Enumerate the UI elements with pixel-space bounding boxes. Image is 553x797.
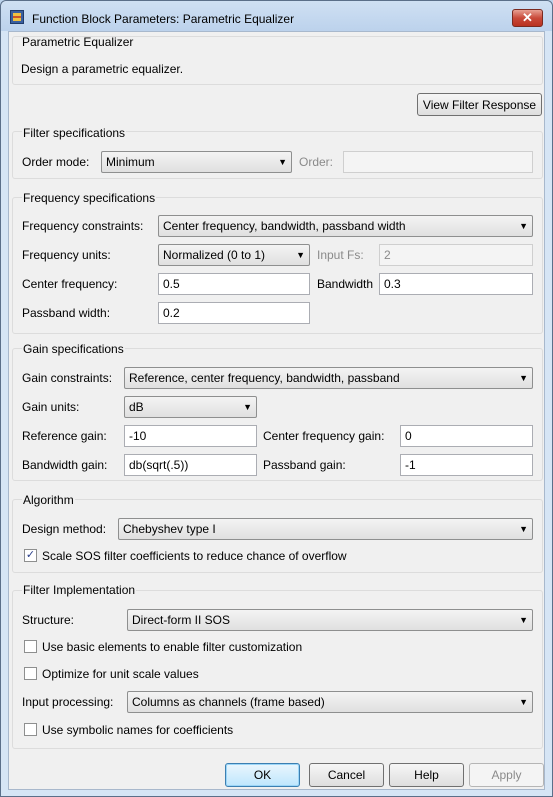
design-method-dropdown[interactable]: Chebyshev type I ▼ (118, 518, 533, 540)
order-mode-value: Minimum (106, 155, 155, 169)
symbolic-names-checkbox[interactable] (24, 723, 37, 736)
order-label: Order: (299, 155, 334, 169)
passband-width-label: Passband width: (22, 306, 111, 320)
order-mode-label: Order mode: (22, 155, 90, 169)
view-filter-response-button[interactable]: View Filter Response (417, 93, 542, 116)
chevron-down-icon: ▼ (519, 524, 528, 534)
window-title: Function Block Parameters: Parametric Eq… (32, 12, 295, 26)
bandwidth-label: Bandwidth (317, 277, 374, 291)
chevron-down-icon: ▼ (278, 157, 287, 167)
simulink-app-icon (10, 10, 24, 24)
symbolic-names-label: Use symbolic names for coefficients (42, 723, 234, 737)
structure-dropdown[interactable]: Direct-form II SOS ▼ (127, 609, 533, 631)
title-bar[interactable]: Function Block Parameters: Parametric Eq… (1, 1, 552, 31)
reference-gain-field[interactable]: -10 (124, 425, 257, 447)
chevron-down-icon: ▼ (296, 250, 305, 260)
order-field[interactable] (343, 151, 533, 173)
frequency-constraints-value: Center frequency, bandwidth, passband wi… (163, 219, 406, 233)
center-frequency-label: Center frequency: (22, 277, 118, 291)
reference-gain-label: Reference gain: (22, 429, 107, 443)
design-method-value: Chebyshev type I (123, 522, 216, 536)
frequency-units-dropdown[interactable]: Normalized (0 to 1) ▼ (158, 244, 310, 266)
input-fs-label: Input Fs: (317, 248, 364, 262)
basic-elements-checkbox[interactable] (24, 640, 37, 653)
design-method-label: Design method: (22, 522, 107, 536)
order-mode-dropdown[interactable]: Minimum ▼ (101, 151, 292, 173)
scale-sos-checkbox[interactable]: ✓ (24, 549, 37, 562)
input-processing-value: Columns as channels (frame based) (132, 695, 325, 709)
block-name: Parametric Equalizer (22, 35, 134, 49)
help-button[interactable]: Help (389, 763, 464, 787)
filter-specs-header: Filter specifications (22, 126, 127, 140)
dialog-client-area: Parametric Equalizer Design a parametric… (8, 31, 545, 790)
bandwidth-field[interactable]: 0.3 (379, 273, 533, 295)
center-frequency-gain-label: Center frequency gain: (263, 429, 385, 443)
ok-button[interactable]: OK (225, 763, 300, 787)
close-icon: ✕ (522, 10, 533, 25)
gain-units-value: dB (129, 400, 144, 414)
apply-button[interactable]: Apply (469, 763, 544, 787)
gain-constraints-dropdown[interactable]: Reference, center frequency, bandwidth, … (124, 367, 533, 389)
gain-specs-header: Gain specifications (22, 342, 125, 356)
frequency-specs-header: Frequency specifications (22, 191, 157, 205)
checkmark-icon: ✓ (25, 549, 36, 561)
algorithm-header: Algorithm (22, 493, 75, 507)
bandwidth-gain-field[interactable]: db(sqrt(.5)) (124, 454, 257, 476)
filter-implementation-header: Filter Implementation (22, 583, 137, 597)
gain-units-dropdown[interactable]: dB ▼ (124, 396, 257, 418)
basic-elements-label: Use basic elements to enable filter cust… (42, 640, 303, 654)
bandwidth-gain-label: Bandwidth gain: (22, 458, 108, 472)
chevron-down-icon: ▼ (519, 615, 528, 625)
input-fs-field[interactable]: 2 (379, 244, 533, 266)
gain-constraints-label: Gain constraints: (22, 371, 113, 385)
chevron-down-icon: ▼ (243, 402, 252, 412)
frequency-constraints-label: Frequency constraints: (22, 219, 144, 233)
cancel-button[interactable]: Cancel (309, 763, 384, 787)
input-processing-dropdown[interactable]: Columns as channels (frame based) ▼ (127, 691, 533, 713)
block-description: Design a parametric equalizer. (21, 62, 184, 76)
chevron-down-icon: ▼ (519, 373, 528, 383)
gain-constraints-value: Reference, center frequency, bandwidth, … (129, 371, 400, 385)
structure-value: Direct-form II SOS (132, 613, 231, 627)
input-processing-label: Input processing: (22, 695, 114, 709)
close-button[interactable]: ✕ (512, 9, 543, 27)
structure-label: Structure: (22, 613, 75, 627)
optimize-unit-scale-label: Optimize for unit scale values (42, 667, 199, 681)
passband-width-field[interactable]: 0.2 (158, 302, 310, 324)
frequency-units-label: Frequency units: (22, 248, 111, 262)
center-frequency-gain-field[interactable]: 0 (400, 425, 533, 447)
chevron-down-icon: ▼ (519, 697, 528, 707)
passband-gain-label: Passband gain: (263, 458, 346, 472)
chevron-down-icon: ▼ (519, 221, 528, 231)
scale-sos-label: Scale SOS filter coefficients to reduce … (42, 549, 347, 563)
gain-units-label: Gain units: (22, 400, 80, 414)
center-frequency-field[interactable]: 0.5 (158, 273, 310, 295)
frequency-constraints-dropdown[interactable]: Center frequency, bandwidth, passband wi… (158, 215, 533, 237)
optimize-unit-scale-checkbox[interactable] (24, 667, 37, 680)
passband-gain-field[interactable]: -1 (400, 454, 533, 476)
frequency-units-value: Normalized (0 to 1) (163, 248, 266, 262)
dialog-window: Function Block Parameters: Parametric Eq… (0, 0, 553, 797)
